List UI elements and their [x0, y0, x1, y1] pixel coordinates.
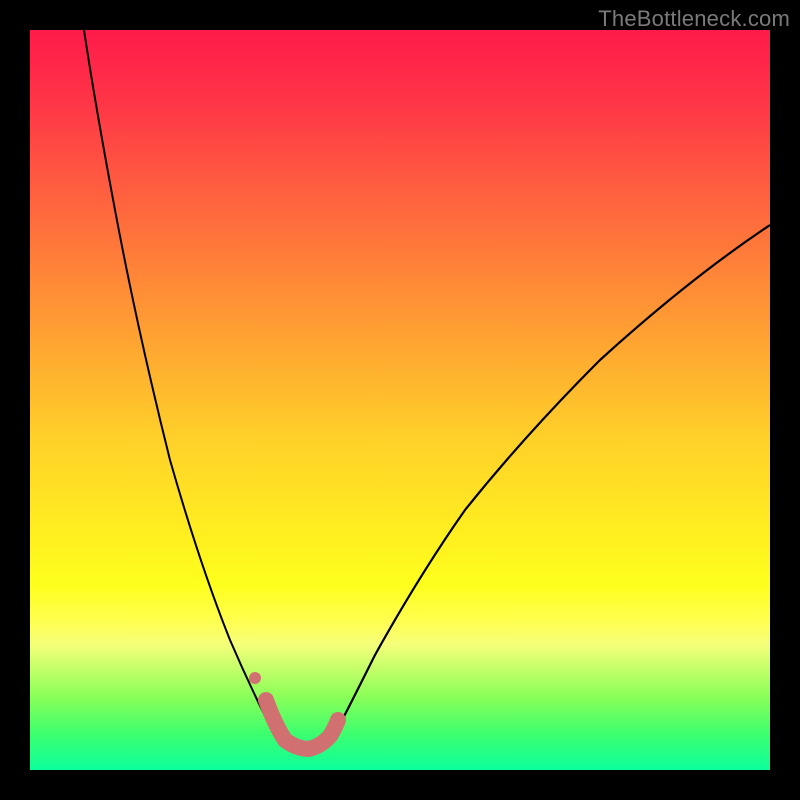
watermark-text: TheBottleneck.com [598, 6, 790, 32]
chart-svg [30, 30, 770, 770]
right-curve [330, 225, 770, 743]
valley-marker-stroke [266, 700, 338, 749]
left-curve [84, 30, 280, 743]
plot-area [30, 30, 770, 770]
marker-dot [249, 672, 261, 684]
